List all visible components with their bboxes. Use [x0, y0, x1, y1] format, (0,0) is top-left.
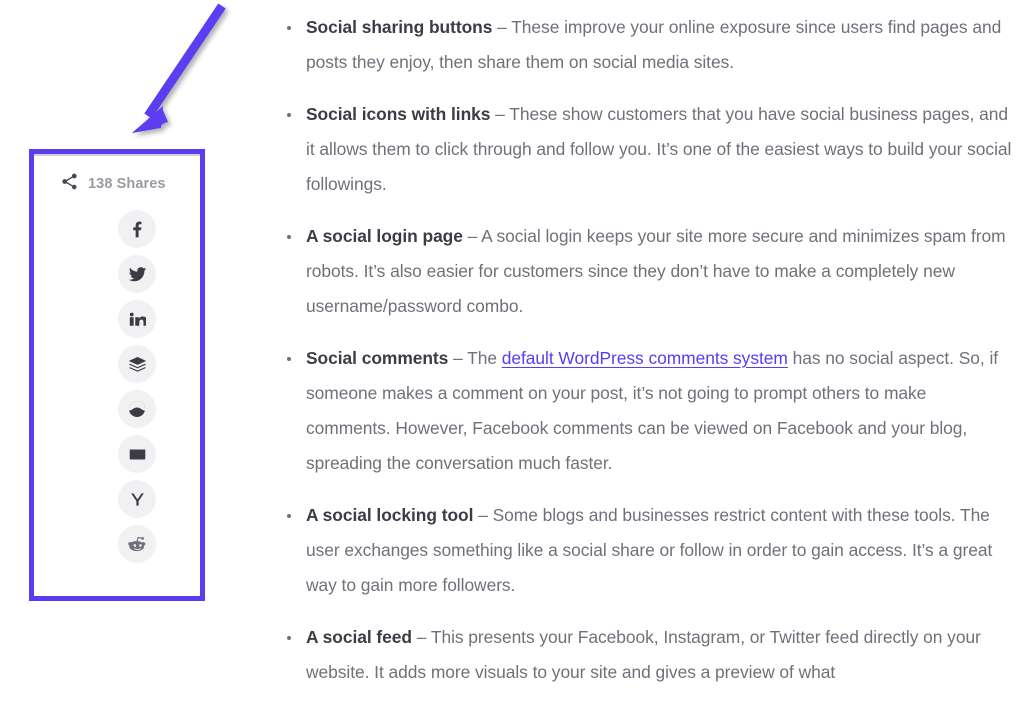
- twitter-bird-icon: [128, 266, 146, 281]
- share-button-mix[interactable]: [118, 390, 156, 428]
- share-button-facebook[interactable]: [118, 210, 156, 248]
- bullet-term: Social comments: [306, 348, 449, 368]
- annotation-arrow-icon: [132, 3, 226, 133]
- share-button-email[interactable]: [118, 435, 156, 473]
- share-count-row: 138 Shares: [34, 172, 200, 196]
- bullet-body-text: The: [467, 348, 502, 368]
- article-bullet-item: A social locking tool – Some blogs and b…: [284, 498, 1014, 603]
- envelope-icon: [129, 449, 145, 459]
- bullet-term: Social icons with links: [306, 104, 491, 124]
- article-bullet-item: A social login page – A social login kee…: [284, 219, 1014, 324]
- bullet-term: Social sharing buttons: [306, 17, 493, 37]
- linkedin-icon: [129, 312, 146, 326]
- bullet-term: A social login page: [306, 226, 463, 246]
- article-bullet-item: Social sharing buttons – These improve y…: [284, 10, 1014, 80]
- share-network-list: [34, 210, 200, 563]
- share-button-reddit[interactable]: [118, 525, 156, 563]
- social-share-widget-body: 138 Shares: [34, 154, 200, 596]
- bullet-dash: –: [490, 104, 510, 124]
- bullet-dash: –: [462, 226, 482, 246]
- article-bullet-list: Social sharing buttons – These improve y…: [244, 0, 1014, 707]
- mix-circle-icon: [129, 400, 146, 417]
- share-button-twitter[interactable]: [118, 255, 156, 293]
- share-nodes-icon: [60, 172, 79, 196]
- reddit-alien-icon: [127, 536, 145, 551]
- yummly-icon: [130, 492, 144, 506]
- bullet-term: A social locking tool: [306, 505, 474, 525]
- bullet-dash: –: [492, 17, 512, 37]
- share-button-buffer[interactable]: [118, 345, 156, 383]
- share-count-label: 138 Shares: [88, 176, 166, 192]
- article-bullet-item: A social feed – This presents your Faceb…: [284, 620, 1014, 690]
- bullet-term: A social feed: [306, 627, 412, 647]
- bullet-dash: –: [412, 627, 431, 647]
- article-bullet-item: Social comments – The default WordPress …: [284, 341, 1014, 481]
- article-bullet-item: Social icons with links – These show cus…: [284, 97, 1014, 202]
- facebook-icon: [132, 221, 141, 237]
- bullet-dash: –: [473, 505, 493, 525]
- share-button-linkedin[interactable]: [118, 300, 156, 338]
- bullet-dash: –: [448, 348, 468, 368]
- inline-link[interactable]: default WordPress comments system: [502, 348, 788, 368]
- buffer-layers-icon: [128, 356, 146, 372]
- share-button-yummly[interactable]: [118, 480, 156, 518]
- social-share-widget: 138 Shares: [29, 149, 205, 601]
